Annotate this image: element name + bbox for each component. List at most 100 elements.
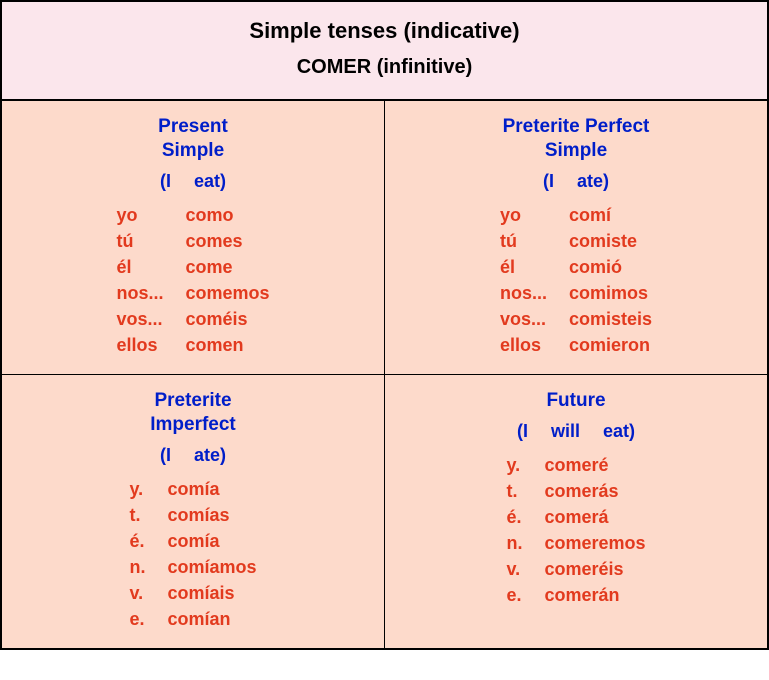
conjugation-row: nos...comimos	[500, 280, 652, 306]
conjugation-row: y.comeré	[506, 452, 645, 478]
tense-name-line: Future	[546, 390, 605, 411]
verb-form: comiste	[569, 228, 652, 254]
verb-form: come	[185, 254, 269, 280]
conjugation-row: é.comía	[129, 528, 256, 554]
verb-form: comía	[167, 476, 256, 502]
conjugation-list: yocomo túcomes élcome nos...comemos vos.…	[116, 202, 269, 359]
tense-preterite-imperfect: Preterite Imperfect (I ate) y.comía t.co…	[1, 375, 385, 650]
pronoun: y.	[506, 452, 544, 478]
conjugation-row: élcome	[116, 254, 269, 280]
verb-form: comimos	[569, 280, 652, 306]
tense-row-2: Preterite Imperfect (I ate) y.comía t.co…	[1, 375, 768, 650]
tense-translation: (I eat)	[12, 171, 374, 192]
pronoun: v.	[129, 580, 167, 606]
tense-preterite-perfect: Preterite Perfect Simple (I ate) yocomí …	[385, 100, 769, 375]
tense-translation: (I ate)	[395, 171, 757, 192]
verb-form: comían	[167, 606, 256, 632]
conjugation-row: e.comían	[129, 606, 256, 632]
pronoun: vos...	[116, 306, 185, 332]
tense-row-1: Present Simple (I eat) yocomo túcomes él…	[1, 100, 768, 375]
conjugation-row: yocomo	[116, 202, 269, 228]
tense-translation: (I will eat)	[395, 421, 757, 442]
tense-name-line: Simple	[545, 140, 607, 161]
conjugation-row: t.comerás	[506, 478, 645, 504]
tense-name-line: Preterite	[154, 390, 231, 411]
conjugation-row: t.comías	[129, 502, 256, 528]
tense-name: Preterite Imperfect	[12, 389, 374, 437]
tense-name-line: Imperfect	[150, 414, 236, 435]
verb-form: comen	[185, 332, 269, 358]
conjugation-row: elloscomen	[116, 332, 269, 358]
conjugation-row: n.comeremos	[506, 530, 645, 556]
verb-form: comeréis	[544, 556, 645, 582]
pronoun: tú	[116, 228, 185, 254]
verb-form: como	[185, 202, 269, 228]
page-subtitle: COMER (infinitive)	[10, 56, 759, 79]
verb-form: comerán	[544, 582, 645, 608]
conjugation-row: n.comíamos	[129, 554, 256, 580]
verb-form: comía	[167, 528, 256, 554]
verb-form: comió	[569, 254, 652, 280]
verb-form: comías	[167, 502, 256, 528]
pronoun: vos...	[500, 306, 569, 332]
verb-form: coméis	[185, 306, 269, 332]
verb-form: comes	[185, 228, 269, 254]
pronoun: él	[116, 254, 185, 280]
pronoun: v.	[506, 556, 544, 582]
header-row: Simple tenses (indicative) COMER (infini…	[1, 1, 768, 100]
tense-name: Preterite Perfect Simple	[395, 115, 757, 163]
header-cell: Simple tenses (indicative) COMER (infini…	[1, 1, 768, 100]
pronoun: ellos	[500, 332, 569, 358]
pronoun: t.	[129, 502, 167, 528]
conjugation-row: v.comeréis	[506, 556, 645, 582]
tense-future: Future (I will eat) y.comeré t.comerás é…	[385, 375, 769, 650]
pronoun: tú	[500, 228, 569, 254]
verb-form: comíamos	[167, 554, 256, 580]
tense-name-line: Preterite Perfect	[503, 116, 650, 137]
conjugation-row: y.comía	[129, 476, 256, 502]
tense-translation: (I ate)	[12, 445, 374, 466]
tense-present-simple: Present Simple (I eat) yocomo túcomes él…	[1, 100, 385, 375]
conjugation-row: elloscomieron	[500, 332, 652, 358]
conjugation-list: y.comeré t.comerás é.comerá n.comeremos …	[506, 452, 645, 609]
page-title: Simple tenses (indicative)	[10, 18, 759, 44]
conjugation-row: v.comíais	[129, 580, 256, 606]
pronoun: ellos	[116, 332, 185, 358]
conjugation-row: e.comerán	[506, 582, 645, 608]
verb-form: comerá	[544, 504, 645, 530]
tense-name-line: Present	[158, 116, 228, 137]
conjugation-row: vos...coméis	[116, 306, 269, 332]
verb-form: comieron	[569, 332, 652, 358]
conjugation-row: vos...comisteis	[500, 306, 652, 332]
conjugation-row: túcomiste	[500, 228, 652, 254]
pronoun: yo	[116, 202, 185, 228]
verb-form: comeremos	[544, 530, 645, 556]
conjugation-row: yocomí	[500, 202, 652, 228]
pronoun: t.	[506, 478, 544, 504]
pronoun: nos...	[500, 280, 569, 306]
tense-name: Present Simple	[12, 115, 374, 163]
pronoun: e.	[506, 582, 544, 608]
verb-form: comisteis	[569, 306, 652, 332]
pronoun: n.	[506, 530, 544, 556]
pronoun: é.	[506, 504, 544, 530]
verb-form: comeré	[544, 452, 645, 478]
conjugation-row: túcomes	[116, 228, 269, 254]
conjugation-row: élcomió	[500, 254, 652, 280]
verb-form: comíais	[167, 580, 256, 606]
pronoun: él	[500, 254, 569, 280]
tense-name-line: Simple	[162, 140, 224, 161]
pronoun: é.	[129, 528, 167, 554]
pronoun: n.	[129, 554, 167, 580]
conjugation-list: y.comía t.comías é.comía n.comíamos v.co…	[129, 476, 256, 633]
tense-name: Future	[395, 389, 757, 413]
pronoun: yo	[500, 202, 569, 228]
conjugation-table: Simple tenses (indicative) COMER (infini…	[0, 0, 769, 650]
verb-form: comemos	[185, 280, 269, 306]
conjugation-list: yocomí túcomiste élcomió nos...comimos v…	[500, 202, 652, 359]
verb-form: comerás	[544, 478, 645, 504]
pronoun: e.	[129, 606, 167, 632]
pronoun: y.	[129, 476, 167, 502]
conjugation-row: nos...comemos	[116, 280, 269, 306]
pronoun: nos...	[116, 280, 185, 306]
